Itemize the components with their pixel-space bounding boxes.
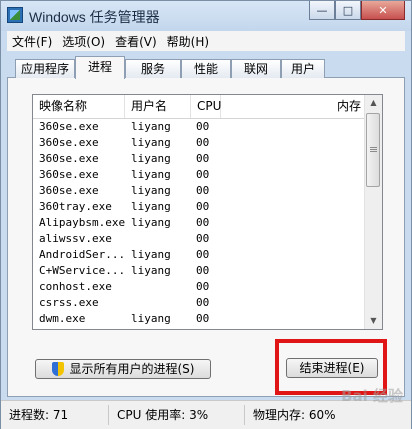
task-manager-app-icon (7, 7, 23, 23)
column-memory[interactable]: 内存 (221, 95, 365, 118)
maximize-button[interactable]: □ (335, 1, 361, 20)
vertical-scrollbar[interactable]: ▲ ▼ (364, 95, 382, 329)
process-user: liyang (131, 120, 171, 133)
process-row[interactable]: conhost.exe 00 (33, 279, 365, 295)
process-row[interactable]: aliwssv.exe 00 (33, 231, 365, 247)
process-row[interactable]: Alipaybsm.exe liyang 00 (33, 215, 365, 231)
menu-file[interactable]: 文件(F) (7, 33, 57, 50)
column-image-name[interactable]: 映像名称 (33, 95, 125, 118)
process-cpu: 00 (196, 200, 210, 213)
process-cpu: 00 (196, 152, 210, 165)
process-user: liyang (131, 264, 171, 277)
process-list[interactable]: 映像名称 用户名 CPU 内存 360se.exe liyang 00 360se.e… (32, 94, 383, 330)
tab-applications[interactable]: 应用程序 (15, 59, 75, 78)
menu-help[interactable]: 帮助(H) (162, 33, 214, 50)
process-user: liyang (131, 216, 171, 229)
process-cpu: 00 (196, 232, 210, 245)
column-cpu[interactable]: CPU (191, 95, 221, 118)
process-cpu: 00 (196, 136, 210, 149)
process-row[interactable]: 360se.exe liyang 00 (33, 119, 365, 135)
process-cpu: 00 (196, 296, 210, 309)
process-name: 360se.exe (39, 152, 99, 165)
process-name: aliwssv.exe (39, 232, 112, 245)
process-row[interactable]: dwm.exe liyang 00 (33, 311, 365, 327)
process-name: 360se.exe (39, 136, 99, 149)
process-name: 360tray.exe (39, 200, 112, 213)
process-row[interactable]: C+WService... liyang 00 (33, 263, 365, 279)
column-user-name[interactable]: 用户名 (125, 95, 191, 118)
task-manager-window: Windows 任务管理器 — □ ✕ 文件(F) 选项(O) 查看(V) 帮助… (0, 0, 412, 429)
scroll-thumb[interactable] (366, 113, 380, 187)
show-all-users-processes-button[interactable]: 显示所有用户的进程(S) (35, 359, 211, 379)
process-name: AndroidSer... (39, 248, 126, 261)
process-cpu: 00 (196, 168, 210, 181)
process-cpu: 00 (196, 120, 210, 133)
process-user: liyang (131, 184, 171, 197)
process-user: liyang (131, 152, 171, 165)
process-name: conhost.exe (39, 280, 112, 293)
menu-options[interactable]: 选项(O) (57, 33, 110, 50)
tab-performance[interactable]: 性能 (181, 59, 231, 78)
scroll-up-arrow-icon[interactable]: ▲ (366, 95, 381, 111)
process-row[interactable]: 360se.exe liyang 00 (33, 183, 365, 199)
menu-bar: 文件(F) 选项(O) 查看(V) 帮助(H) (7, 31, 405, 51)
process-row[interactable]: AndroidSer... liyang 00 (33, 247, 365, 263)
process-name: C+WService... (39, 264, 126, 277)
process-name: 360se.exe (39, 184, 99, 197)
minimize-button[interactable]: — (309, 1, 335, 20)
scroll-down-arrow-icon[interactable]: ▼ (366, 313, 381, 329)
process-cpu: 00 (196, 216, 210, 229)
tab-processes[interactable]: 进程 (75, 56, 125, 79)
tab-services[interactable]: 服务 (125, 59, 181, 78)
process-cpu: 00 (196, 248, 210, 261)
status-cpu-usage: CPU 使用率: 3% (111, 405, 245, 425)
process-name: dwm.exe (39, 312, 86, 325)
menu-view[interactable]: 查看(V) (110, 33, 162, 50)
uac-shield-icon (52, 362, 64, 376)
tab-users[interactable]: 用户 (281, 59, 325, 78)
process-list-header: 映像名称 用户名 CPU 内存 (33, 95, 365, 119)
process-row[interactable]: csrss.exe 00 (33, 295, 365, 311)
status-physical-memory: 物理内存: 60% (253, 408, 336, 422)
process-user: liyang (131, 248, 171, 261)
process-name: csrss.exe (39, 296, 99, 309)
process-cpu: 00 (196, 264, 210, 277)
process-row[interactable]: 360tray.exe liyang 00 (33, 199, 365, 215)
process-user: liyang (131, 312, 171, 325)
process-row[interactable]: 360se.exe liyang 00 (33, 167, 365, 183)
process-row[interactable]: 360se.exe liyang 00 (33, 151, 365, 167)
process-user: liyang (131, 168, 171, 181)
process-name: 360se.exe (39, 120, 99, 133)
watermark-logo: Bai 经验 (341, 387, 403, 405)
process-rows: 360se.exe liyang 00 360se.exe liyang 00 360se.… (33, 119, 365, 327)
process-row[interactable]: 360se.exe liyang 00 (33, 135, 365, 151)
close-button[interactable]: ✕ (361, 1, 405, 20)
process-cpu: 00 (196, 184, 210, 197)
process-name: Alipaybsm.exe (39, 216, 126, 229)
process-cpu: 00 (196, 280, 210, 293)
title-bar[interactable]: Windows 任务管理器 — □ ✕ (1, 1, 411, 31)
window-title: Windows 任务管理器 (29, 9, 160, 25)
show-all-users-processes-label: 显示所有用户的进程(S) (69, 362, 195, 376)
process-user: liyang (131, 136, 171, 149)
window-controls: — □ ✕ (309, 1, 405, 21)
process-cpu: 00 (196, 312, 210, 325)
process-name: 360se.exe (39, 168, 99, 181)
tab-networking[interactable]: 联网 (231, 59, 281, 78)
process-user: liyang (131, 200, 171, 213)
status-process-count: 进程数: 71 (3, 405, 109, 425)
